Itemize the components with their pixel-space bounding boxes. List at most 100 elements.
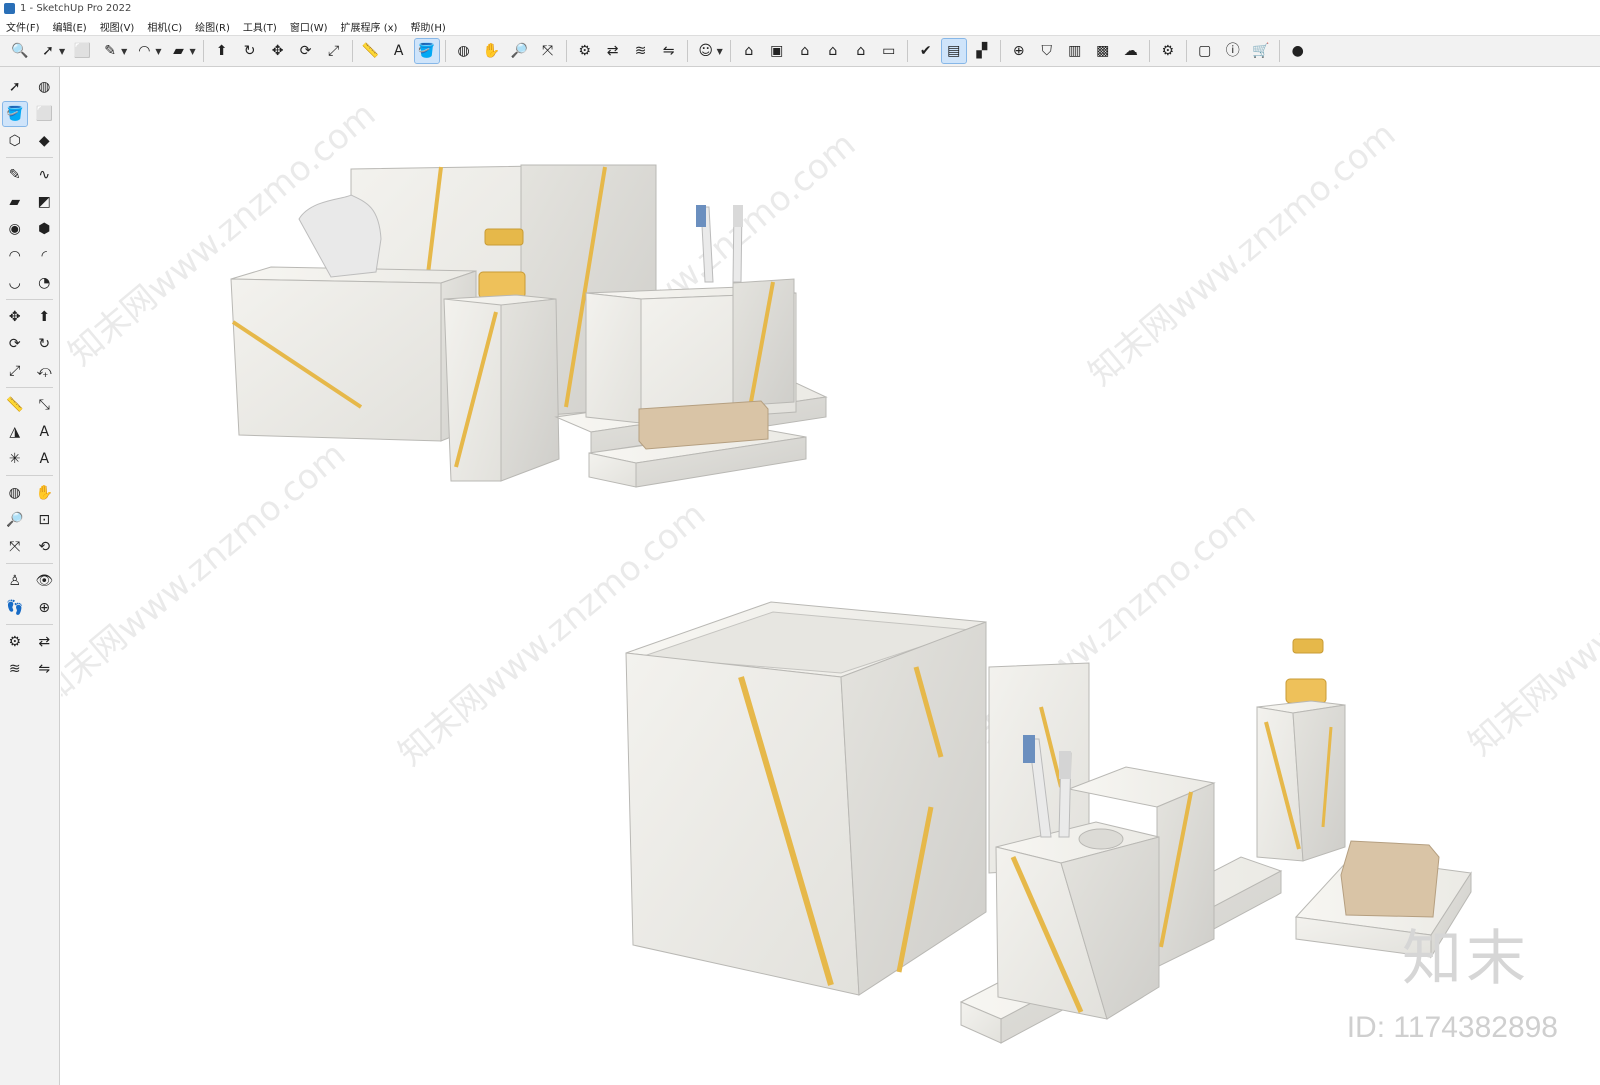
menu-item[interactable]: 相机(C) [147, 19, 182, 34]
eraser-icon[interactable]: ⬜ [32, 102, 56, 126]
orbit-icon[interactable]: ◍ [452, 39, 476, 63]
select-icon[interactable]: ➚ [36, 39, 60, 63]
component-share-icon[interactable]: ≋ [3, 657, 27, 681]
select-icon[interactable]: ➚ [3, 75, 27, 99]
paint-bucket-icon[interactable]: 🪣 [1, 100, 28, 127]
position-camera-icon[interactable]: ♙ [3, 569, 27, 593]
chevron-down-icon[interactable]: ▼ [121, 47, 127, 56]
texture-icon[interactable]: ▩ [1091, 39, 1115, 63]
rectangle-icon[interactable]: ▰ [166, 39, 190, 63]
rotated-rect-icon[interactable]: ◩ [32, 190, 56, 214]
menu-item[interactable]: 视图(V) [100, 19, 135, 34]
two-point-arc-icon[interactable]: ◜ [32, 244, 56, 268]
chevron-down-icon[interactable]: ▼ [59, 47, 65, 56]
walk-icon[interactable]: 👣 [3, 596, 27, 620]
top-view-icon[interactable]: ▣ [765, 39, 789, 63]
scale-icon[interactable]: ⤢ [322, 39, 346, 63]
freehand-icon[interactable]: ∿ [32, 163, 56, 187]
text-icon[interactable]: A [387, 39, 411, 63]
paint-bucket-icon[interactable]: 🪣 [413, 38, 440, 64]
iso-view-icon[interactable]: ⌂ [737, 39, 761, 63]
menu-item[interactable]: 窗口(W) [290, 19, 328, 34]
orbit-icon[interactable]: ◍ [3, 481, 27, 505]
move-icon[interactable]: ✥ [3, 305, 27, 329]
three-point-arc-icon[interactable]: ◡ [3, 271, 27, 295]
warehouse-icon[interactable]: ⚙ [573, 39, 597, 63]
move-icon[interactable]: ✥ [266, 39, 290, 63]
3d-text-icon[interactable]: A [32, 447, 56, 471]
pan-icon[interactable]: ✋ [480, 39, 504, 63]
left-view-icon[interactable]: ▭ [877, 39, 901, 63]
orbit-small-icon[interactable]: ◍ [32, 75, 56, 99]
arc-icon[interactable]: ◠ [132, 39, 156, 63]
tape-measure-icon[interactable]: 📏 [3, 393, 27, 417]
rectangle-icon[interactable]: ▰ [3, 190, 27, 214]
zoom-window-icon[interactable]: ⊡ [32, 508, 56, 532]
push-pull-icon[interactable]: ⬆ [32, 305, 56, 329]
menu-item[interactable]: 工具(T) [243, 19, 277, 34]
warehouse-icon[interactable]: ⚙ [3, 630, 27, 654]
pie-icon[interactable]: ◔ [32, 271, 56, 295]
previous-view-icon[interactable]: ⟲ [32, 535, 56, 559]
look-around-icon[interactable]: 👁 [32, 569, 56, 593]
tag-icon[interactable]: ◆ [32, 129, 56, 153]
share-model-icon[interactable]: ⇄ [601, 39, 625, 63]
line-icon[interactable]: ✎ [3, 163, 27, 187]
profile-icon[interactable]: ● [1286, 39, 1310, 63]
account-icon[interactable]: ☺ [694, 39, 718, 63]
back-view-icon[interactable]: ⌂ [849, 39, 873, 63]
share-model-icon[interactable]: ⇄ [32, 630, 56, 654]
cart-icon[interactable]: 🛒 [1249, 39, 1273, 63]
protractor-icon[interactable]: ◮ [3, 420, 27, 444]
chevron-down-icon[interactable]: ▼ [189, 47, 195, 56]
model-viewport[interactable]: 知末网www.znzmo.com 知末网www.znzmo.com 知末网www… [61, 67, 1600, 1085]
zoom-extents-icon[interactable]: ⤧ [3, 535, 27, 559]
rotate-icon[interactable]: ⟳ [294, 39, 318, 63]
text-icon[interactable]: A [32, 420, 56, 444]
section-plane-icon[interactable]: ⊕ [32, 596, 56, 620]
right-view-icon[interactable]: ⌂ [821, 39, 845, 63]
sketchup-app-icon [4, 3, 15, 14]
extension-warehouse-icon[interactable]: ⇋ [657, 39, 681, 63]
axes-icon[interactable]: ✳ [3, 447, 27, 471]
polygon-icon[interactable]: ⬢ [32, 217, 56, 241]
tape-measure-icon[interactable]: 📏 [359, 39, 383, 63]
menu-item[interactable]: 文件(F) [6, 19, 40, 34]
component-share-icon[interactable]: ≋ [629, 39, 653, 63]
scale-icon[interactable]: ⤢ [3, 359, 27, 383]
sandbox-icon[interactable]: ⛉ [1035, 39, 1059, 63]
circle-icon[interactable]: ◉ [3, 217, 27, 241]
eraser-icon[interactable]: ⬜ [70, 39, 94, 63]
zoom-icon[interactable]: 🔍 [8, 39, 32, 63]
extension-warehouse-icon[interactable]: ⇋ [32, 657, 56, 681]
arc-icon[interactable]: ◠ [3, 244, 27, 268]
zoom-tool-icon[interactable]: 🔎 [508, 39, 532, 63]
dimension-icon[interactable]: ⤡ [32, 393, 56, 417]
section-plane-icon[interactable]: ▥ [1063, 39, 1087, 63]
chevron-down-icon[interactable]: ▼ [717, 47, 723, 56]
rotate-icon[interactable]: ⟳ [3, 332, 27, 356]
zoom-icon[interactable]: 🔎 [3, 508, 27, 532]
pan-icon[interactable]: ✋ [32, 481, 56, 505]
scenes-icon[interactable]: ▞ [970, 39, 994, 63]
add-location-icon[interactable]: ⊕ [1007, 39, 1031, 63]
info-icon[interactable]: ⓘ [1221, 39, 1245, 63]
menu-item[interactable]: 绘图(R) [195, 19, 230, 34]
menu-item[interactable]: 帮助(H) [410, 19, 445, 34]
front-view-icon[interactable]: ⌂ [793, 39, 817, 63]
menu-item[interactable]: 编辑(E) [53, 19, 87, 34]
make-component-icon[interactable]: ⬡ [3, 129, 27, 153]
outliner-icon[interactable]: ▤ [940, 38, 967, 64]
menu-item[interactable]: 扩展程序 (x) [341, 19, 398, 34]
zoom-extents-icon[interactable]: ⤧ [536, 39, 560, 63]
extension-manager-icon[interactable]: ⚙ [1156, 39, 1180, 63]
offset-icon[interactable]: ⤽ [32, 359, 56, 383]
follow-me-icon[interactable]: ↻ [32, 332, 56, 356]
style-settings-icon[interactable]: ✔ [914, 39, 938, 63]
message-icon[interactable]: ▢ [1193, 39, 1217, 63]
follow-me-icon[interactable]: ↻ [238, 39, 262, 63]
pencil-line-icon[interactable]: ✎ [98, 39, 122, 63]
push-pull-icon[interactable]: ⬆ [210, 39, 234, 63]
chevron-down-icon[interactable]: ▼ [155, 47, 161, 56]
cloud-upload-icon[interactable]: ☁ [1119, 39, 1143, 63]
